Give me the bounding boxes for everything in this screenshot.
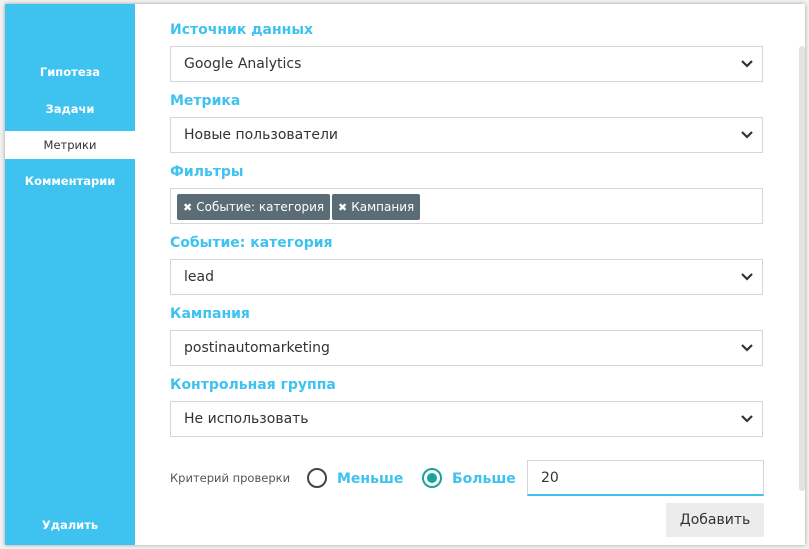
scrollbar[interactable] <box>799 46 805 491</box>
chevron-down-icon <box>741 344 753 352</box>
dialog-sidebar: Гипотеза Задачи Метрики Комментарии Удал… <box>5 4 135 545</box>
campaign-value: postinautomarketing <box>184 340 330 356</box>
add-button[interactable]: Добавить <box>666 503 764 537</box>
chevron-down-icon <box>741 60 753 68</box>
control-group-label: Контрольная группа <box>170 377 336 393</box>
sidebar-item-comments[interactable]: Комментарии <box>5 167 135 195</box>
radio-less-label[interactable]: Меньше <box>337 471 403 487</box>
delete-button[interactable]: Удалить <box>5 511 135 539</box>
metrics-form: Источник данных Google Analytics Метрика… <box>135 4 805 545</box>
filter-tag-label: Кампания <box>351 200 415 214</box>
sidebar-item-metrics[interactable]: Метрики <box>5 131 135 159</box>
filter-tag-label: Событие: категория <box>196 200 325 214</box>
campaign-select[interactable]: postinautomarketing <box>170 330 763 366</box>
chevron-down-icon <box>741 415 753 423</box>
criterion-label: Критерий проверки <box>170 471 291 485</box>
close-icon[interactable]: ✖ <box>338 201 347 214</box>
radio-more-label[interactable]: Больше <box>452 471 516 487</box>
metric-select[interactable]: Новые пользователи <box>170 117 763 153</box>
filter-tag-event-category: ✖ Событие: категория <box>177 194 331 220</box>
filter-tag-campaign: ✖ Кампания <box>332 194 421 220</box>
event-category-value: lead <box>184 269 214 285</box>
event-category-select[interactable]: lead <box>170 259 763 295</box>
metric-label: Метрика <box>170 93 241 109</box>
filters-label: Фильтры <box>170 164 244 180</box>
threshold-input[interactable] <box>527 460 764 496</box>
data-source-label: Источник данных <box>170 22 314 38</box>
filters-tag-input[interactable]: ✖ Событие: категория ✖ Кампания <box>170 188 763 224</box>
metrics-dialog: Гипотеза Задачи Метрики Комментарии Удал… <box>5 4 805 545</box>
chevron-down-icon <box>741 131 753 139</box>
data-source-select[interactable]: Google Analytics <box>170 46 763 82</box>
control-group-value: Не использовать <box>184 411 309 427</box>
campaign-label: Кампания <box>170 306 250 322</box>
radio-more[interactable] <box>422 468 442 488</box>
sidebar-item-tasks[interactable]: Задачи <box>5 95 135 123</box>
radio-less[interactable] <box>307 468 327 488</box>
chevron-down-icon <box>741 273 753 281</box>
close-icon[interactable]: ✖ <box>183 201 192 214</box>
sidebar-item-hypothesis[interactable]: Гипотеза <box>5 58 135 86</box>
event-category-label: Событие: категория <box>170 235 333 251</box>
control-group-select[interactable]: Не использовать <box>170 401 763 437</box>
metric-value: Новые пользователи <box>184 127 339 143</box>
data-source-value: Google Analytics <box>184 56 302 72</box>
